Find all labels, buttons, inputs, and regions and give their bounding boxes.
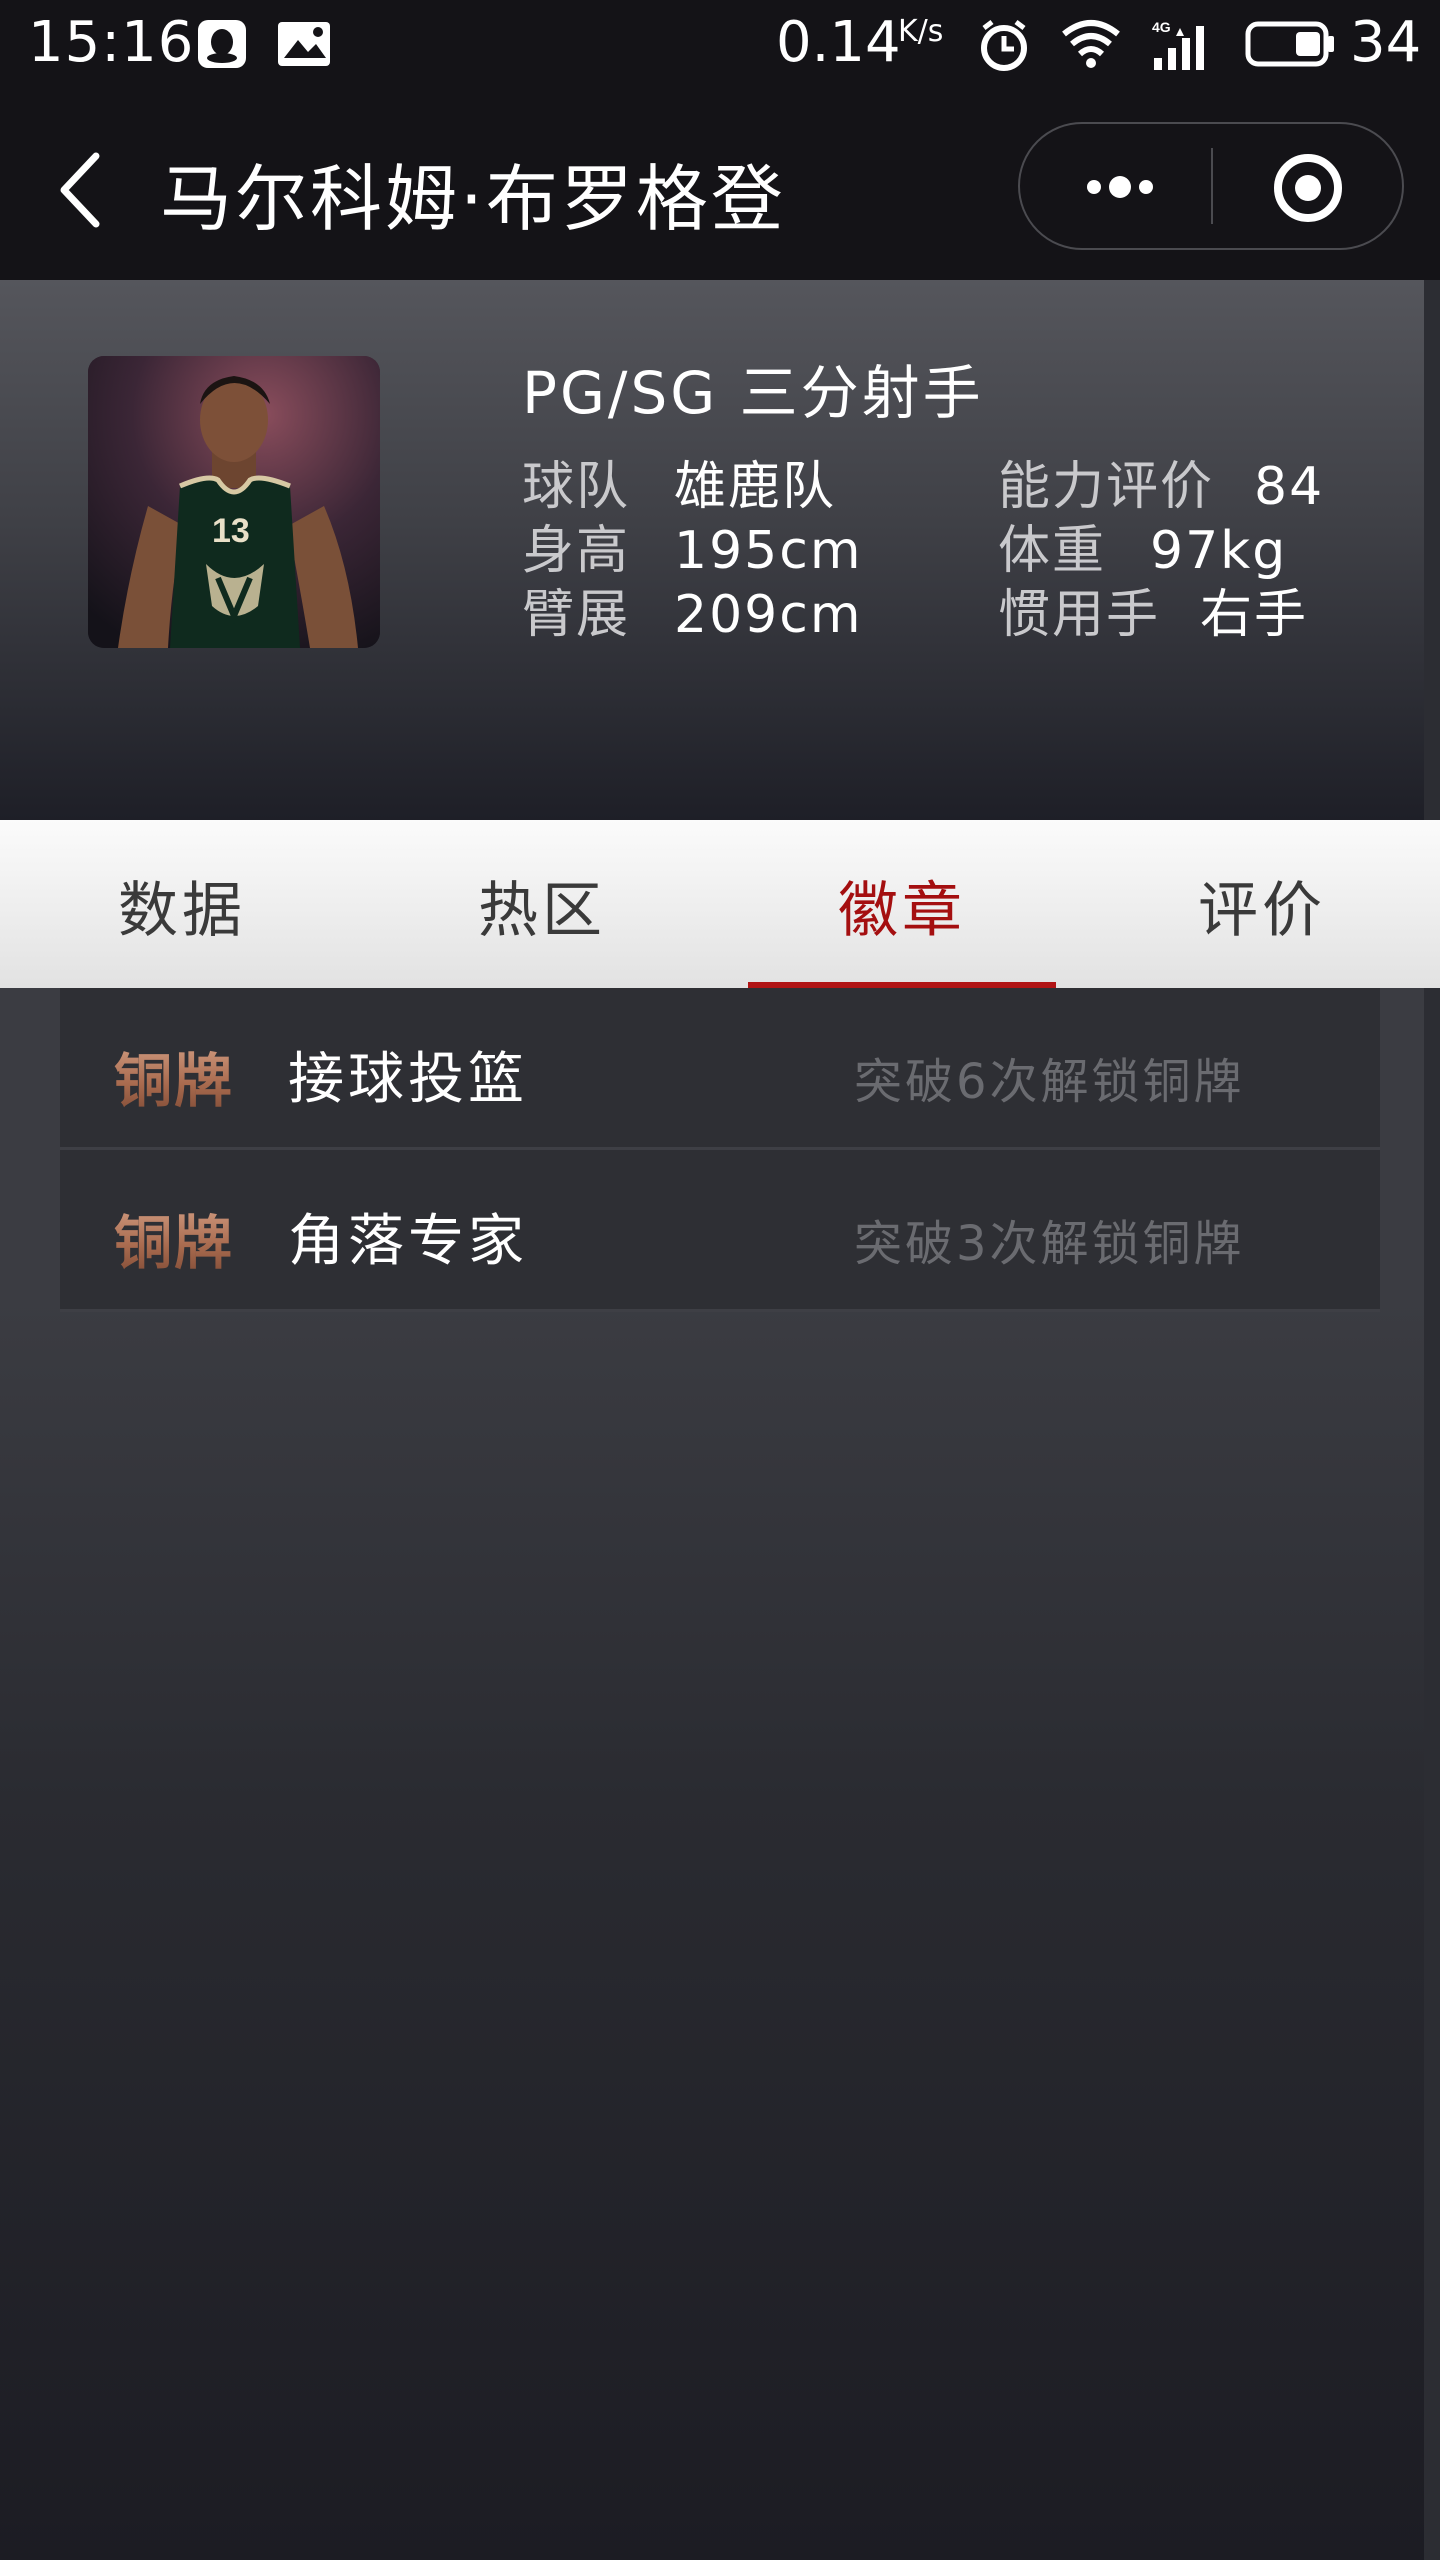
gallery-icon: [278, 22, 330, 66]
wifi-icon: [1062, 20, 1120, 68]
hand-value: 右手: [1200, 585, 1309, 645]
network-speed-unit: K/s: [898, 14, 944, 49]
battery-level: 34: [1350, 10, 1422, 75]
badge-name: 接球投篮: [288, 1047, 528, 1112]
badge-list: 铜牌 接球投篮 突破6次解锁铜牌 铜牌 角落专家 突破3次解锁铜牌: [60, 988, 1380, 1312]
badge-level: 铜牌: [114, 1034, 234, 1118]
hand-info: 惯用手 右手: [998, 572, 1308, 647]
screen: 15:16 0.14 K/s 4G 34 马尔科姆·布罗格登 13 PG/SG …: [0, 0, 1440, 2560]
wingspan-value: 209cm: [674, 585, 863, 645]
badge-level: 铜牌: [114, 1196, 234, 1280]
player-avatar: 13: [88, 356, 380, 648]
miniprogram-capsule: [1018, 122, 1404, 250]
wingspan-info: 臂展 209cm: [522, 572, 863, 647]
status-bar: 15:16 0.14 K/s 4G 34: [0, 0, 1440, 88]
alarm-icon: [981, 20, 1027, 71]
network-speed: 0.14: [776, 10, 901, 75]
capsule-divider: [1211, 148, 1213, 224]
tab-bar: 数据 热区 徽章 评价: [0, 820, 1440, 988]
signal-4g-icon: 4G: [1152, 19, 1204, 70]
nav-bar: 马尔科姆·布罗格登: [0, 88, 1440, 280]
hand-label: 惯用手: [998, 585, 1161, 645]
scroll-track: [1424, 280, 1440, 2560]
close-button[interactable]: [1270, 150, 1346, 226]
jersey-number: 13: [212, 512, 250, 550]
more-button[interactable]: [1060, 154, 1170, 220]
battery-icon: [1245, 21, 1334, 67]
player-header: 13 PG/SG 三分射手 球队 雄鹿队 能力评价 84 身高 195cm 体重 97k…: [0, 280, 1424, 820]
player-photo: 13: [88, 356, 380, 648]
tab-reviews[interactable]: 评价: [1198, 862, 1326, 949]
back-button[interactable]: [52, 150, 112, 230]
badge-unlock-hint: 突破6次解锁铜牌: [854, 1054, 1245, 1110]
tab-data[interactable]: 数据: [118, 862, 246, 949]
badge-row[interactable]: 铜牌 接球投篮 突破6次解锁铜牌: [60, 988, 1380, 1150]
qq-icon: [198, 20, 246, 68]
wingspan-label: 臂展: [522, 585, 631, 645]
badge-name: 角落专家: [288, 1209, 528, 1274]
badge-unlock-hint: 突破3次解锁铜牌: [854, 1216, 1245, 1272]
status-time: 15:16: [28, 10, 195, 75]
page-title: 马尔科姆·布罗格登: [160, 157, 786, 241]
player-position: PG/SG 三分射手: [522, 359, 984, 427]
badge-row[interactable]: 铜牌 角落专家 突破3次解锁铜牌: [60, 1150, 1380, 1312]
tab-badges[interactable]: 徽章: [838, 862, 966, 949]
svg-text:4G: 4G: [1152, 19, 1171, 35]
tab-hotzone[interactable]: 热区: [478, 862, 606, 949]
